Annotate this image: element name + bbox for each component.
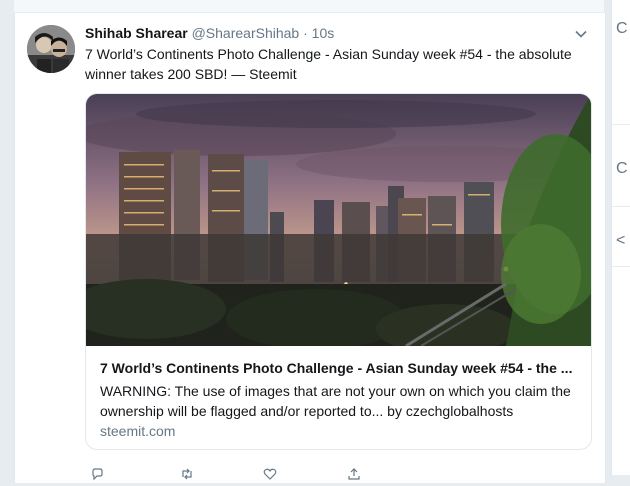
author-name[interactable]: Shihab Sharear xyxy=(85,25,188,41)
previous-tweet-edge xyxy=(14,0,604,13)
link-preview-description: WARNING: The use of images that are not … xyxy=(100,383,571,419)
author-handle[interactable]: @SharearShihab xyxy=(192,25,300,41)
tweet-actions xyxy=(85,467,385,483)
left-gutter xyxy=(0,0,14,475)
header-separator: · xyxy=(303,25,308,41)
link-preview-image[interactable] xyxy=(86,94,591,354)
sidebar-divider xyxy=(612,124,630,125)
right-sidebar-edge: C C < xyxy=(611,0,630,475)
like-icon[interactable] xyxy=(263,467,277,481)
sidebar-fragment-2: C xyxy=(616,160,628,177)
link-preview-domain[interactable]: steemit.com xyxy=(100,423,175,439)
sidebar-fragment-3: < xyxy=(616,232,626,249)
tweet-timestamp[interactable]: 10s xyxy=(312,25,335,41)
tweet-header: Shihab Sharear @SharearShihab · 10s xyxy=(85,25,334,41)
chevron-down-icon[interactable] xyxy=(574,27,588,41)
link-preview-title[interactable]: 7 World’s Continents Photo Challenge - A… xyxy=(100,360,580,376)
author-avatar[interactable] xyxy=(27,25,75,73)
tweet-card[interactable]: Shihab Sharear @SharearShihab · 10s 7 Wo… xyxy=(14,13,606,483)
reply-icon[interactable] xyxy=(90,467,104,481)
tweet-text: 7 World’s Continents Photo Challenge - A… xyxy=(85,46,572,82)
link-preview-card[interactable]: 7 World’s Continents Photo Challenge - A… xyxy=(85,93,592,450)
share-icon[interactable] xyxy=(347,467,361,481)
sidebar-divider xyxy=(612,206,630,207)
sidebar-fragment-1: C xyxy=(616,20,628,37)
retweet-icon[interactable] xyxy=(180,467,194,481)
sidebar-divider xyxy=(612,266,630,267)
